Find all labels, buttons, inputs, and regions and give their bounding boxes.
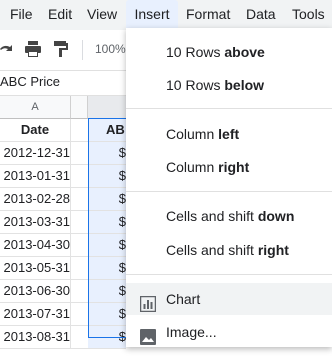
date-cell[interactable]: 2013-04-30 (0, 234, 71, 256)
column-header-a[interactable]: A (0, 96, 71, 119)
column-right-prefix: Column (166, 159, 219, 175)
price-cell[interactable]: $ (88, 211, 126, 233)
date-cell[interactable]: 2013-06-30 (0, 280, 71, 302)
rows-below-prefix: 10 Rows (166, 77, 225, 93)
table-row: 2013-08-31 $ (0, 326, 126, 349)
menu-edit[interactable]: Edit (48, 0, 72, 28)
rows-above-prefix: 10 Rows (166, 44, 225, 60)
column-left-bold: left (218, 126, 240, 142)
price-cell[interactable]: $ (88, 257, 126, 279)
menu-insert[interactable]: Insert (126, 0, 178, 28)
header-row: Date AB (0, 119, 126, 142)
price-cell[interactable]: $ (88, 326, 126, 348)
menu-separator (126, 191, 332, 192)
table-row: 2013-01-31 $ (0, 165, 126, 188)
menu-format[interactable]: Format (186, 0, 230, 28)
column-header-gap (71, 96, 88, 119)
menu-item-rows-above[interactable]: 10 Rows above (126, 36, 332, 68)
menu-item-rows-below[interactable]: 10 Rows below (126, 69, 332, 101)
date-cell[interactable]: 2013-08-31 (0, 326, 71, 348)
price-cell[interactable]: $ (88, 280, 126, 302)
menu-separator (126, 274, 332, 275)
menu-item-image[interactable]: Image... (126, 316, 332, 348)
price-cell[interactable]: $ (88, 165, 126, 187)
chart-icon (139, 291, 157, 313)
menu-item-cells-shift-down[interactable]: Cells and shift down (126, 200, 332, 232)
menu-tools[interactable]: Tools (292, 0, 325, 28)
menu-data[interactable]: Data (246, 0, 276, 28)
column-header-b[interactable] (88, 96, 127, 119)
image-label: Image... (166, 324, 217, 340)
menu-item-chart[interactable]: Chart (126, 283, 332, 315)
price-cell[interactable]: $ (88, 234, 126, 256)
price-cell[interactable]: $ (88, 188, 126, 210)
formula-text[interactable]: ABC Price (0, 74, 60, 89)
print-icon[interactable] (24, 40, 42, 63)
table-row: 2013-06-30 $ (0, 280, 126, 303)
cells-down-bold: down (257, 208, 295, 224)
image-icon (140, 324, 156, 345)
date-cell[interactable]: 2013-03-31 (0, 211, 71, 233)
menu-view[interactable]: View (87, 0, 117, 28)
price-cell[interactable]: $ (88, 142, 126, 164)
redo-icon[interactable] (0, 40, 14, 61)
menu-item-column-left[interactable]: Column left (126, 118, 332, 150)
insert-menu: 10 Rows above 10 Rows below Column left … (126, 28, 332, 347)
table-row: 2013-04-30 $ (0, 234, 126, 257)
rows-above-bold: above (224, 44, 265, 60)
price-cell[interactable]: $ (88, 303, 126, 325)
column-left-prefix: Column (166, 126, 219, 142)
menu-separator (126, 108, 332, 109)
rows-below-bold: below (224, 77, 265, 93)
header-b[interactable]: AB (88, 119, 126, 141)
header-date[interactable]: Date (0, 119, 71, 141)
table-row: 2013-07-31 $ (0, 303, 126, 326)
date-cell[interactable]: 2013-05-31 (0, 257, 71, 279)
chart-label: Chart (166, 291, 201, 307)
table-row: 2013-05-31 $ (0, 257, 126, 280)
cells-right-prefix: Cells and shift (166, 242, 258, 258)
table-row: 2013-03-31 $ (0, 211, 126, 234)
zoom-select[interactable]: 100% (95, 42, 126, 56)
cells-down-prefix: Cells and shift (166, 208, 258, 224)
table-row: 2012-12-31 $ (0, 142, 126, 165)
date-cell[interactable]: 2013-02-28 (0, 188, 71, 210)
menu-bar: File Edit View Insert Format Data Tools (0, 0, 332, 30)
menu-item-cells-shift-right[interactable]: Cells and shift right (126, 234, 332, 266)
cells-right-bold: right (257, 242, 289, 258)
date-cell[interactable]: 2012-12-31 (0, 142, 71, 164)
toolbar-divider (82, 40, 83, 60)
column-right-bold: right (218, 159, 250, 175)
paint-format-icon[interactable] (53, 40, 69, 63)
date-cell[interactable]: 2013-01-31 (0, 165, 71, 187)
menu-file[interactable]: File (10, 0, 33, 28)
date-cell[interactable]: 2013-07-31 (0, 303, 71, 325)
menu-item-column-right[interactable]: Column right (126, 151, 332, 183)
table-row: 2013-02-28 $ (0, 188, 126, 211)
